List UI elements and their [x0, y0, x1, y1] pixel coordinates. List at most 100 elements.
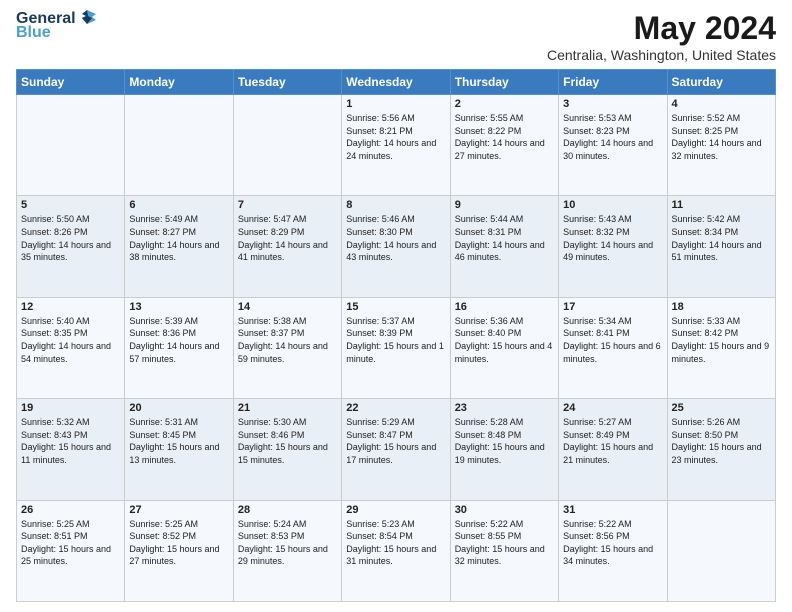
calendar-cell: 11 Sunrise: 5:42 AMSunset: 8:34 PMDayligh… [667, 196, 775, 297]
day-info: Sunrise: 5:28 AMSunset: 8:48 PMDaylight:… [455, 416, 554, 466]
calendar-cell: 24Sunrise: 5:27 AMSunset: 8:49 PMDayligh… [559, 399, 667, 500]
calendar-cell: 5 Sunrise: 5:50 AMSunset: 8:26 PMDaylight… [17, 196, 125, 297]
day-info: Sunrise: 5:23 AMSunset: 8:54 PMDaylight:… [346, 518, 445, 568]
day-number: 20 [129, 402, 228, 414]
calendar-week-row: 12Sunrise: 5:40 AMSunset: 8:35 PMDayligh… [17, 297, 776, 398]
subtitle: Centralia, Washington, United States [547, 47, 776, 63]
calendar-cell: 30 Sunrise: 5:22 AMSunset: 8:55 PMDayligh… [450, 500, 558, 601]
calendar-week-row: 26 Sunrise: 5:25 AMSunset: 8:51 PMDayligh… [17, 500, 776, 601]
day-info: Sunrise: 5:37 AMSunset: 8:39 PMDaylight:… [346, 315, 445, 365]
day-number: 31 [563, 504, 662, 516]
day-number: 17 [563, 301, 662, 313]
calendar-cell: 10Sunrise: 5:43 AMSunset: 8:32 PMDayligh… [559, 196, 667, 297]
day-number: 11 [672, 199, 771, 211]
day-number: 5 [21, 199, 120, 211]
calendar-cell: 21 Sunrise: 5:30 AMSunset: 8:46 PMDayligh… [233, 399, 341, 500]
header: General Blue May 2024 Centralia, Washing… [16, 10, 776, 63]
col-sunday: Sunday [17, 70, 125, 95]
calendar-cell: 6Sunrise: 5:49 AMSunset: 8:27 PMDaylight… [125, 196, 233, 297]
calendar-cell [667, 500, 775, 601]
day-info: Sunrise: 5:44 AMSunset: 8:31 PMDaylight:… [455, 213, 554, 263]
day-number: 30 [455, 504, 554, 516]
day-number: 25 [672, 402, 771, 414]
day-number: 8 [346, 199, 445, 211]
calendar-cell: 16 Sunrise: 5:36 AMSunset: 8:40 PMDayligh… [450, 297, 558, 398]
calendar-cell: 9 Sunrise: 5:44 AMSunset: 8:31 PMDaylight… [450, 196, 558, 297]
day-info: Sunrise: 5:50 AMSunset: 8:26 PMDaylight:… [21, 213, 120, 263]
calendar-cell: 19 Sunrise: 5:32 AMSunset: 8:43 PMDayligh… [17, 399, 125, 500]
day-number: 27 [129, 504, 228, 516]
day-info: Sunrise: 5:26 AMSunset: 8:50 PMDaylight:… [672, 416, 771, 466]
calendar-cell: 31 Sunrise: 5:22 AMSunset: 8:56 PMDayligh… [559, 500, 667, 601]
calendar-cell: 26 Sunrise: 5:25 AMSunset: 8:51 PMDayligh… [17, 500, 125, 601]
day-info: Sunrise: 5:27 AMSunset: 8:49 PMDaylight:… [563, 416, 662, 466]
day-info: Sunrise: 5:30 AMSunset: 8:46 PMDaylight:… [238, 416, 337, 466]
logo-bird-icon [78, 8, 96, 26]
day-number: 19 [21, 402, 120, 414]
calendar-cell: 22 Sunrise: 5:29 AMSunset: 8:47 PMDayligh… [342, 399, 450, 500]
day-info: Sunrise: 5:31 AMSunset: 8:45 PMDaylight:… [129, 416, 228, 466]
col-monday: Monday [125, 70, 233, 95]
calendar-cell: 7 Sunrise: 5:47 AMSunset: 8:29 PMDaylight… [233, 196, 341, 297]
day-info: Sunrise: 5:36 AMSunset: 8:40 PMDaylight:… [455, 315, 554, 365]
calendar-cell: 14 Sunrise: 5:38 AMSunset: 8:37 PMDayligh… [233, 297, 341, 398]
calendar-cell: 4Sunrise: 5:52 AMSunset: 8:25 PMDaylight… [667, 95, 775, 196]
col-saturday: Saturday [667, 70, 775, 95]
day-info: Sunrise: 5:53 AMSunset: 8:23 PMDaylight:… [563, 112, 662, 162]
calendar-cell: 18Sunrise: 5:33 AMSunset: 8:42 PMDayligh… [667, 297, 775, 398]
calendar-cell: 8 Sunrise: 5:46 AMSunset: 8:30 PMDaylight… [342, 196, 450, 297]
calendar-table: Sunday Monday Tuesday Wednesday Thursday… [16, 69, 776, 602]
day-number: 12 [21, 301, 120, 313]
day-info: Sunrise: 5:32 AMSunset: 8:43 PMDaylight:… [21, 416, 120, 466]
col-tuesday: Tuesday [233, 70, 341, 95]
day-number: 21 [238, 402, 337, 414]
day-info: Sunrise: 5:24 AMSunset: 8:53 PMDaylight:… [238, 518, 337, 568]
day-info: Sunrise: 5:56 AMSunset: 8:21 PMDaylight:… [346, 112, 445, 162]
calendar-cell: 25 Sunrise: 5:26 AMSunset: 8:50 PMDayligh… [667, 399, 775, 500]
col-friday: Friday [559, 70, 667, 95]
calendar-cell: 28 Sunrise: 5:24 AMSunset: 8:53 PMDayligh… [233, 500, 341, 601]
day-info: Sunrise: 5:29 AMSunset: 8:47 PMDaylight:… [346, 416, 445, 466]
day-info: Sunrise: 5:38 AMSunset: 8:37 PMDaylight:… [238, 315, 337, 365]
day-info: Sunrise: 5:33 AMSunset: 8:42 PMDaylight:… [672, 315, 771, 365]
calendar-cell: 3 Sunrise: 5:53 AMSunset: 8:23 PMDaylight… [559, 95, 667, 196]
day-number: 3 [563, 98, 662, 110]
day-number: 26 [21, 504, 120, 516]
calendar-cell: 13Sunrise: 5:39 AMSunset: 8:36 PMDayligh… [125, 297, 233, 398]
logo-blue-text: Blue [16, 24, 51, 42]
day-number: 14 [238, 301, 337, 313]
calendar-cell: 17 Sunrise: 5:34 AMSunset: 8:41 PMDayligh… [559, 297, 667, 398]
day-info: Sunrise: 5:49 AMSunset: 8:27 PMDaylight:… [129, 213, 228, 263]
col-wednesday: Wednesday [342, 70, 450, 95]
day-number: 22 [346, 402, 445, 414]
day-number: 15 [346, 301, 445, 313]
day-info: Sunrise: 5:22 AMSunset: 8:56 PMDaylight:… [563, 518, 662, 568]
calendar-cell: 2Sunrise: 5:55 AMSunset: 8:22 PMDaylight… [450, 95, 558, 196]
logo-container: General Blue [16, 10, 96, 42]
calendar-week-row: 5 Sunrise: 5:50 AMSunset: 8:26 PMDaylight… [17, 196, 776, 297]
day-number: 7 [238, 199, 337, 211]
calendar-cell: 20 Sunrise: 5:31 AMSunset: 8:45 PMDayligh… [125, 399, 233, 500]
calendar-cell: 29Sunrise: 5:23 AMSunset: 8:54 PMDayligh… [342, 500, 450, 601]
calendar-cell [17, 95, 125, 196]
day-number: 1 [346, 98, 445, 110]
day-info: Sunrise: 5:25 AMSunset: 8:52 PMDaylight:… [129, 518, 228, 568]
calendar-cell: 15 Sunrise: 5:37 AMSunset: 8:39 PMDayligh… [342, 297, 450, 398]
day-info: Sunrise: 5:43 AMSunset: 8:32 PMDaylight:… [563, 213, 662, 263]
day-info: Sunrise: 5:47 AMSunset: 8:29 PMDaylight:… [238, 213, 337, 263]
day-number: 28 [238, 504, 337, 516]
page: General Blue May 2024 Centralia, Washing… [0, 0, 792, 612]
day-info: Sunrise: 5:46 AMSunset: 8:30 PMDaylight:… [346, 213, 445, 263]
day-info: Sunrise: 5:42 AMSunset: 8:34 PMDaylight:… [672, 213, 771, 263]
day-info: Sunrise: 5:34 AMSunset: 8:41 PMDaylight:… [563, 315, 662, 365]
calendar-cell: 12Sunrise: 5:40 AMSunset: 8:35 PMDayligh… [17, 297, 125, 398]
day-number: 9 [455, 199, 554, 211]
day-number: 2 [455, 98, 554, 110]
day-number: 4 [672, 98, 771, 110]
day-number: 16 [455, 301, 554, 313]
title-block: May 2024 Centralia, Washington, United S… [547, 10, 776, 63]
calendar-cell: 23Sunrise: 5:28 AMSunset: 8:48 PMDayligh… [450, 399, 558, 500]
calendar-cell [125, 95, 233, 196]
day-info: Sunrise: 5:22 AMSunset: 8:55 PMDaylight:… [455, 518, 554, 568]
day-info: Sunrise: 5:25 AMSunset: 8:51 PMDaylight:… [21, 518, 120, 568]
